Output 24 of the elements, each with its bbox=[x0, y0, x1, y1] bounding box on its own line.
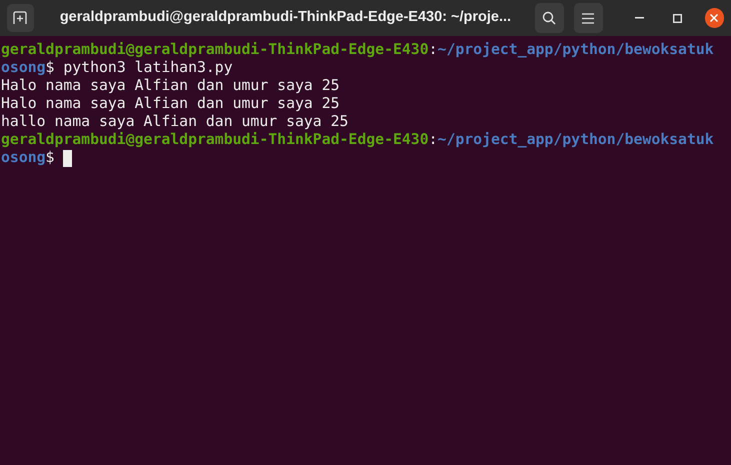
terminal-text: Halo nama saya Alfian dan umur saya 25 bbox=[1, 95, 340, 113]
terminal-text: : bbox=[428, 131, 438, 149]
terminal-text: $ python3 latihan3.py bbox=[46, 59, 233, 77]
prompt-user: geraldprambudi@geraldprambudi-ThinkPad-Edge-E430 bbox=[1, 41, 429, 59]
prompt-path: ~/project_app/python/bewoksatuk bbox=[438, 131, 714, 149]
terminal-text: $ bbox=[46, 149, 56, 167]
close-icon bbox=[710, 14, 718, 22]
prompt-path: osong bbox=[1, 59, 46, 77]
maximize-icon bbox=[672, 14, 682, 22]
search-icon bbox=[542, 11, 556, 25]
minimize-icon bbox=[634, 17, 644, 19]
close-button[interactable] bbox=[704, 8, 724, 28]
prompt-path: ~/project_app/python/bewoksatuk bbox=[438, 41, 714, 59]
menu-icon bbox=[582, 12, 594, 24]
window-title: geraldprambudi@geraldprambudi-ThinkPad-Edge-E430: ~/proje... bbox=[60, 8, 512, 28]
new-tab-button[interactable] bbox=[7, 4, 34, 32]
terminal-text: hallo nama saya Alfian dan umur saya 25 bbox=[1, 113, 348, 131]
prompt-user: geraldprambudi@geraldprambudi-ThinkPad-Edge-E430 bbox=[1, 131, 429, 149]
prompt-path: osong bbox=[1, 149, 46, 167]
terminal-text: Halo nama saya Alfian dan umur saya 25 bbox=[1, 77, 340, 95]
new-tab-icon bbox=[13, 11, 28, 25]
search-button[interactable] bbox=[535, 3, 564, 33]
terminal-text: : bbox=[428, 41, 438, 59]
menu-button[interactable] bbox=[574, 3, 603, 33]
